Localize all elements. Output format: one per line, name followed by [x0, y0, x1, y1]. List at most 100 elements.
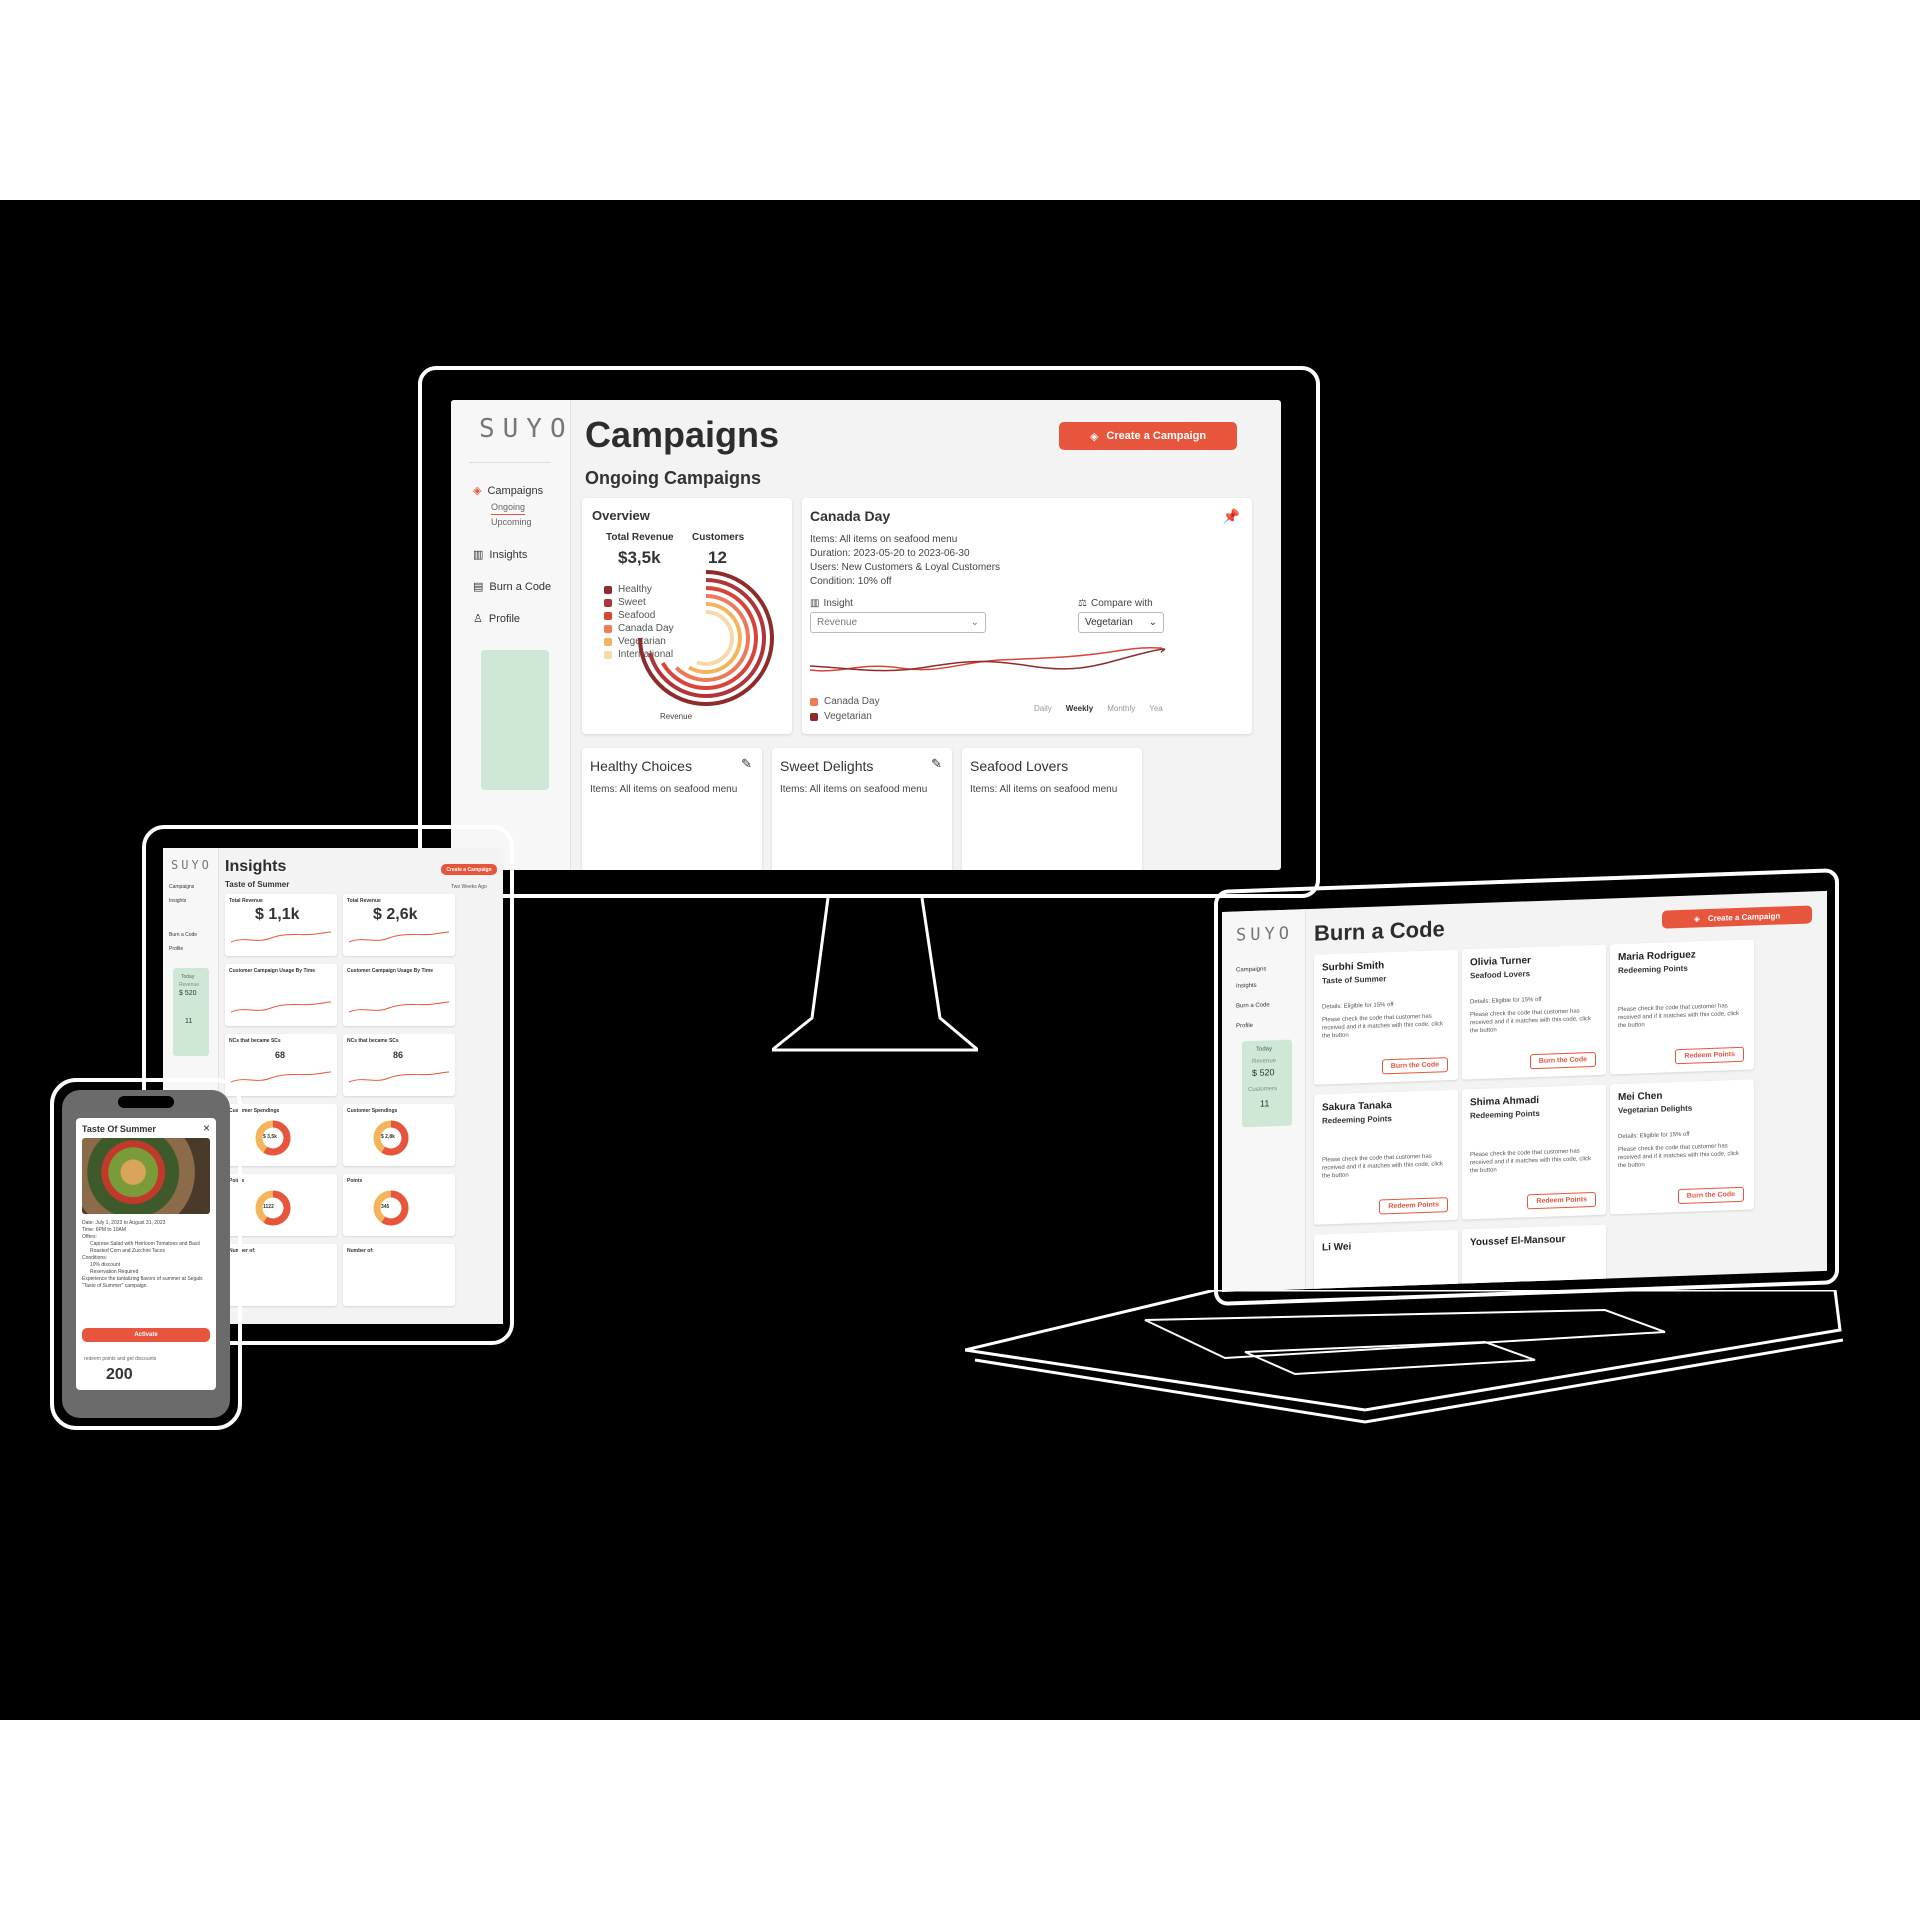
sidebar-item-label: Profile	[488, 612, 521, 625]
customer-name: Olivia Turner	[1470, 955, 1531, 969]
offer-item: Roasted Corn and Zucchini Tacos	[90, 1248, 165, 1254]
customer-name: Sakura Tanaka	[1322, 1100, 1392, 1114]
footer-text: redeem points and get discounts	[84, 1356, 157, 1362]
legend-item: Canada Day	[810, 696, 880, 707]
create-campaign-button[interactable]: ◈ Create a Campaign	[1662, 905, 1812, 929]
app-logo: SUYO	[479, 414, 574, 444]
sidebar-item-burn-code[interactable]: ▤ Burn a Code	[473, 580, 551, 594]
activate-button[interactable]: Activate	[82, 1328, 210, 1342]
conditions-label: Conditions:	[82, 1255, 108, 1261]
campaign-date: Date: July 1, 2023 to August 31, 2023	[82, 1220, 166, 1226]
today-summary-panel: Today Revenue $ 520 Customers 11	[1242, 1039, 1292, 1128]
pin-icon[interactable]: 📌	[1223, 508, 1240, 525]
condition-item: 10% discount	[90, 1262, 121, 1268]
sidebar-subitem-upcoming[interactable]: Upcoming	[491, 517, 532, 527]
legend-label: Canada Day	[824, 696, 880, 707]
sidebar-item-profile[interactable]: Profile	[1236, 1023, 1253, 1030]
insight-card: Number of:	[343, 1244, 455, 1306]
campaign-card-seafood-lovers[interactable]: Seafood Lovers Items: All items on seafo…	[962, 748, 1142, 870]
sidebar-item-profile[interactable]: ♙ Profile	[473, 612, 521, 626]
pin-icon[interactable]: ✎	[741, 756, 752, 772]
code-card: Maria Rodriguez Redeeming Points Please ch…	[1610, 939, 1754, 1075]
customer-name: Mei Chen	[1618, 1090, 1663, 1104]
campaign-name: Vegetarian Delights	[1618, 1103, 1693, 1116]
card-label: Total Revenue	[229, 898, 263, 904]
sparkline	[231, 931, 331, 943]
sparkline	[231, 1001, 331, 1013]
legend-swatch	[810, 712, 818, 721]
redeem-points-button[interactable]: Redeem Points	[1675, 1046, 1744, 1065]
burn-code-button[interactable]: Burn the Code	[1529, 1051, 1596, 1070]
burn-code-button[interactable]: Burn the Code	[1677, 1186, 1744, 1205]
sidebar-item-label: Insights	[489, 548, 528, 561]
sidebar-subitem-ongoing[interactable]: Ongoing	[491, 502, 526, 515]
redeem-points-button[interactable]: Redeem Points	[1527, 1191, 1596, 1210]
tab-weekly[interactable]: Weekly	[1066, 704, 1093, 713]
user-icon: ♙	[473, 613, 483, 625]
customer-name: Surbhi Smith	[1322, 960, 1385, 974]
megaphone-icon: ◈	[473, 485, 482, 497]
today-summary-panel	[481, 650, 549, 790]
radial-revenue-chart	[638, 570, 774, 706]
ring-arc-healthy	[638, 570, 774, 706]
campaign-items: Items: All items on seafood menu	[970, 784, 1118, 795]
campaign-card-canada-day[interactable]: Canada Day 📌 Items: All items on seafood…	[802, 498, 1252, 734]
page-title: Insights	[225, 858, 287, 875]
close-icon[interactable]: ×	[203, 1121, 210, 1135]
campaign-name: Redeeming Points	[1618, 963, 1688, 976]
card-title: Sweet Delights	[780, 758, 874, 774]
tab-yearly[interactable]: Yea	[1149, 704, 1163, 713]
offer-item: Caprese Salad with Heirloom Tomatoes and…	[90, 1241, 200, 1247]
tab-monthly[interactable]: Monthly	[1107, 704, 1135, 713]
revenue-value: $ 520	[1252, 1067, 1275, 1078]
insight-card: Customer Spendings $ 2,8k	[343, 1104, 455, 1166]
code-card: Mei Chen Vegetarian Delights Details: Elig…	[1610, 1079, 1754, 1215]
sidebar-item-campaigns[interactable]: Campaigns	[169, 884, 194, 890]
code-card: Shima Ahmadi Redeeming Points Please check…	[1462, 1084, 1606, 1220]
legend-swatch	[810, 697, 818, 706]
tab-daily[interactable]: Daily	[1034, 704, 1052, 713]
sidebar-item-burn-code[interactable]: Burn a Code	[1236, 1002, 1270, 1009]
date-range-select[interactable]: Two Weeks Ago	[451, 884, 487, 890]
pin-icon[interactable]: ✎	[931, 756, 942, 772]
sidebar-item-burn-code[interactable]: Burn a Code	[169, 932, 197, 938]
sparkline-path	[349, 931, 449, 943]
donut-chart	[373, 1120, 409, 1156]
card-label: Points	[347, 1178, 363, 1184]
sidebar-item-campaigns[interactable]: Campaigns	[1236, 966, 1266, 973]
sidebar-item-profile[interactable]: Profile	[169, 946, 183, 952]
insight-card: Total Revenue $ 1,1k	[225, 894, 337, 956]
period-tabs: Daily Weekly Monthly Yea	[1034, 704, 1163, 713]
campaign-card-healthy-choices[interactable]: Healthy Choices ✎ Items: All items on se…	[582, 748, 762, 870]
campaign-card-sweet-delights[interactable]: Sweet Delights ✎ Items: All items on sea…	[772, 748, 952, 870]
megaphone-icon: ◈	[1089, 430, 1099, 443]
megaphone-icon: ◈	[1693, 913, 1700, 924]
today-label: Today	[1256, 1046, 1273, 1053]
campaign-name: Redeeming Points	[1322, 1114, 1392, 1126]
customers-label: Customers	[1248, 1086, 1278, 1094]
revenue-value: $ 520	[179, 990, 197, 997]
compare-select[interactable]: Vegetarian ⌄	[1078, 612, 1164, 633]
chart-icon: ▥	[810, 598, 820, 609]
sidebar-item-campaigns[interactable]: ◈ Campaigns	[473, 484, 543, 498]
donut-chart	[373, 1190, 409, 1226]
food-image	[82, 1138, 210, 1214]
burn-code-button[interactable]: Burn the Code	[1381, 1057, 1448, 1075]
sidebar-item-insights[interactable]: Insights	[169, 898, 186, 904]
insight-card: Total Revenue $ 2,6k	[343, 894, 455, 956]
create-campaign-button[interactable]: ◈ Create a Campaign	[1059, 422, 1237, 450]
create-campaign-button[interactable]: Create a Campaign	[441, 864, 497, 875]
campaign-select[interactable]: Taste of Summer	[225, 880, 289, 889]
campaign-items: Items: All items on seafood menu	[780, 784, 928, 795]
sidebar-item-insights[interactable]: Insights	[1236, 983, 1257, 990]
label-text: Compare with	[1090, 598, 1153, 609]
insight-select[interactable]: Revenue ⌄	[810, 612, 986, 633]
sidebar-item-insights[interactable]: ▥ Insights	[473, 548, 528, 562]
insight-label: ▥ Insight	[810, 598, 853, 609]
redeem-points-button[interactable]: Redeem Points	[1379, 1197, 1448, 1215]
offers-label: Offers:	[82, 1234, 97, 1240]
sparkline-path	[231, 931, 331, 943]
card-value: $ 2,6k	[373, 906, 418, 923]
campaign-items: Items: All items on seafood menu	[590, 784, 738, 795]
select-value: Vegetarian	[1085, 617, 1133, 628]
